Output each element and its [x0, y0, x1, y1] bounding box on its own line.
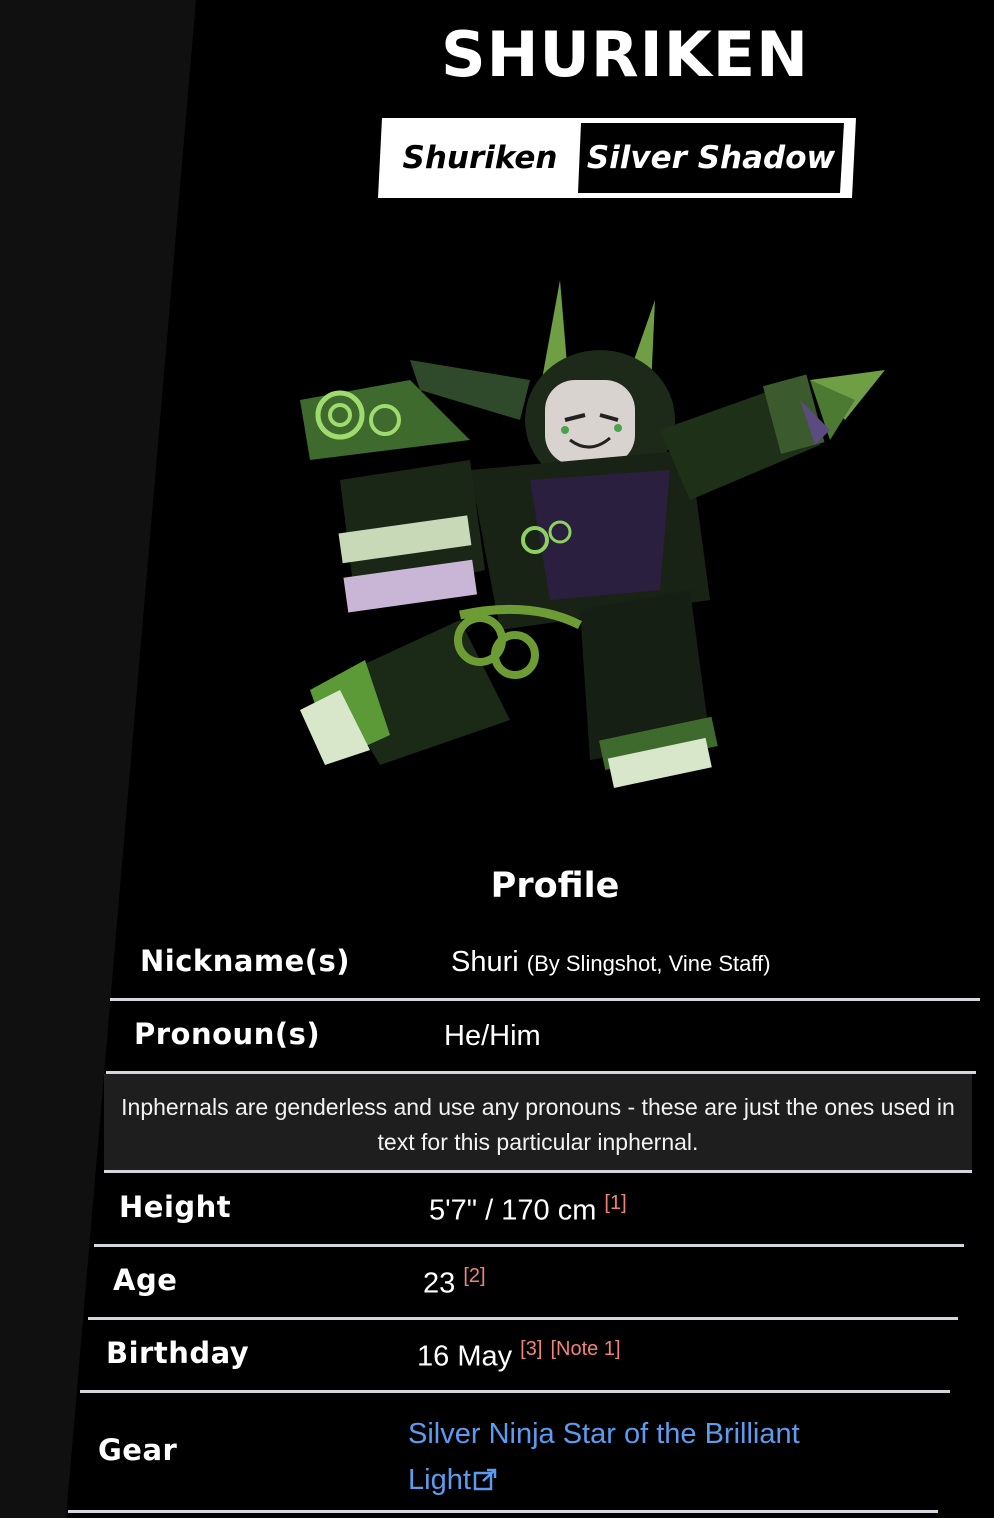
- note-link[interactable]: [Note 1]: [550, 1338, 620, 1360]
- table-row-pronouns: Pronoun(s) He/Him: [106, 1001, 976, 1074]
- tab-silver-shadow[interactable]: Silver Shadow: [578, 123, 844, 193]
- external-link-icon: [473, 1468, 497, 1491]
- table-row-nickname: Nickname(s) Shuri (By Slingshot, Vine St…: [110, 928, 980, 1001]
- tab-shuriken[interactable]: Shuriken: [384, 118, 576, 198]
- birthday-value: 16 May [3] [Note 1]: [417, 1338, 621, 1374]
- variant-tabs: Shuriken Silver Shadow: [378, 118, 856, 198]
- birthday-text: 16 May: [417, 1340, 513, 1373]
- reference-link[interactable]: [3]: [520, 1338, 542, 1360]
- table-row-birthday: Birthday 16 May [3] [Note 1]: [80, 1320, 950, 1393]
- age-text: 23: [423, 1267, 456, 1300]
- reference-link[interactable]: [1]: [604, 1192, 626, 1214]
- nickname-label: Nickname(s): [140, 944, 351, 978]
- gear-link[interactable]: Silver Ninja Star of the Brilliant Light: [408, 1411, 848, 1503]
- pronouns-value: He/Him: [444, 1020, 541, 1052]
- page-title: SHURIKEN: [441, 18, 809, 91]
- age-label: Age: [113, 1263, 178, 1297]
- gear-link-text-line2: Light: [408, 1464, 471, 1496]
- gear-link-text-line1: Silver Ninja Star of the Brilliant: [408, 1418, 800, 1450]
- table-row-gear: Gear Silver Ninja Star of the Brilliant …: [68, 1393, 938, 1513]
- height-text: 5'7" / 170 cm: [429, 1194, 597, 1227]
- height-value: 5'7" / 170 cm [1]: [429, 1192, 627, 1228]
- height-label: Height: [119, 1190, 232, 1224]
- nickname-text: Shuri: [451, 946, 519, 978]
- nickname-detail: (By Slingshot, Vine Staff): [526, 951, 771, 976]
- birthday-label: Birthday: [106, 1336, 250, 1370]
- pronouns-label: Pronoun(s): [134, 1017, 321, 1051]
- table-row-height: Height 5'7" / 170 cm [1]: [94, 1174, 964, 1247]
- age-value: 23 [2]: [423, 1265, 486, 1301]
- profile-heading: Profile: [490, 866, 620, 906]
- nickname-value: Shuri (By Slingshot, Vine Staff): [451, 946, 771, 979]
- character-image: [300, 280, 885, 788]
- gear-label: Gear: [98, 1433, 178, 1467]
- table-row-age: Age 23 [2]: [88, 1247, 958, 1320]
- pronoun-note: Inphernals are genderless and use any pr…: [104, 1074, 972, 1173]
- reference-link[interactable]: [2]: [463, 1265, 485, 1287]
